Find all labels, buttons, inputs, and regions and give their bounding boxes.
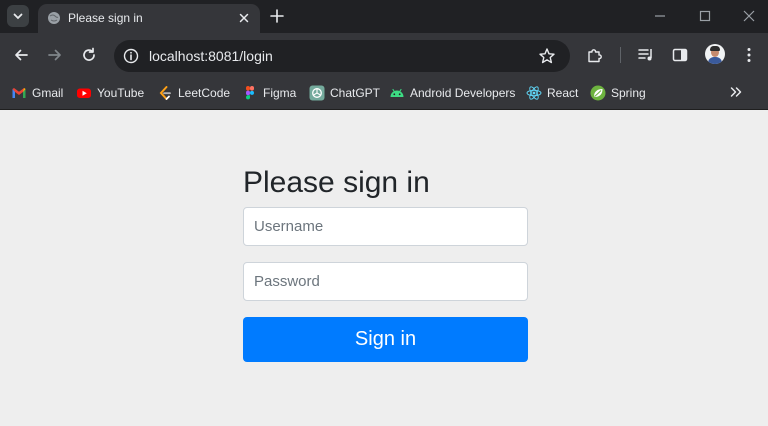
bookmark-label: React — [547, 86, 579, 100]
bookmark-android-developers[interactable]: Android Developers — [389, 84, 515, 102]
bookmark-label: LeetCode — [178, 86, 231, 100]
bookmark-gmail[interactable]: Gmail — [11, 84, 63, 102]
bookmarks-bar: Gmail YouTube LeetCode Figma ChatGPT And… — [0, 77, 768, 110]
leetcode-icon — [159, 86, 171, 100]
close-icon[interactable] — [236, 10, 252, 26]
chevron-down-icon — [13, 13, 23, 20]
login-page: Please sign in Sign in — [0, 111, 768, 426]
back-arrow-icon[interactable] — [12, 46, 30, 64]
bookmark-spring[interactable]: Spring — [590, 84, 646, 102]
bookmark-youtube[interactable]: YouTube — [76, 84, 144, 102]
bookmark-chatgpt[interactable]: ChatGPT — [309, 84, 380, 102]
react-icon — [526, 86, 542, 100]
side-panel-icon[interactable] — [671, 46, 689, 64]
figma-icon — [245, 86, 254, 100]
bookmark-label: Gmail — [32, 86, 64, 100]
gmail-icon — [12, 88, 26, 98]
bookmark-leetcode[interactable]: LeetCode — [157, 84, 230, 102]
minimize-icon[interactable] — [652, 8, 668, 24]
more-menu-icon[interactable] — [740, 46, 758, 64]
password-input[interactable] — [243, 262, 528, 301]
browser-toolbar: localhost:8081/login — [0, 33, 768, 77]
spring-icon — [590, 85, 606, 101]
url-text: localhost:8081/login — [149, 48, 273, 64]
site-info-icon[interactable] — [123, 48, 139, 64]
bookmark-label: Figma — [263, 86, 297, 100]
bookmark-figma[interactable]: Figma — [242, 84, 296, 102]
bookmark-star-icon[interactable] — [538, 47, 556, 65]
address-bar[interactable]: localhost:8081/login — [114, 40, 570, 72]
username-input[interactable] — [243, 207, 528, 246]
bookmark-react[interactable]: React — [526, 84, 578, 102]
chevron-double-right-icon[interactable] — [728, 84, 744, 100]
maximize-icon[interactable] — [697, 8, 713, 24]
toolbar-separator — [620, 47, 621, 63]
new-tab-plus-icon[interactable] — [268, 7, 286, 25]
bookmark-label: ChatGPT — [330, 86, 381, 100]
tab-strip: Please sign in — [0, 0, 768, 33]
forward-arrow-icon[interactable] — [46, 46, 64, 64]
bookmark-label: Android Developers — [410, 86, 516, 100]
tab-active[interactable]: Please sign in — [38, 4, 260, 33]
sign-in-button[interactable]: Sign in — [243, 317, 528, 362]
bookmark-label: YouTube — [97, 86, 145, 100]
window-close-icon[interactable] — [741, 8, 757, 24]
chatgpt-icon — [309, 85, 325, 101]
android-icon — [390, 88, 404, 97]
media-control-icon[interactable] — [637, 46, 655, 64]
globe-icon — [48, 12, 60, 24]
extensions-puzzle-icon[interactable] — [586, 46, 604, 64]
page-title: Please sign in — [243, 166, 430, 199]
profile-avatar[interactable] — [705, 44, 725, 64]
reload-icon[interactable] — [80, 46, 98, 64]
tab-title: Please sign in — [68, 11, 143, 25]
bookmark-label: Spring — [611, 86, 646, 100]
tab-search-button[interactable] — [7, 5, 29, 27]
youtube-icon — [77, 88, 91, 98]
